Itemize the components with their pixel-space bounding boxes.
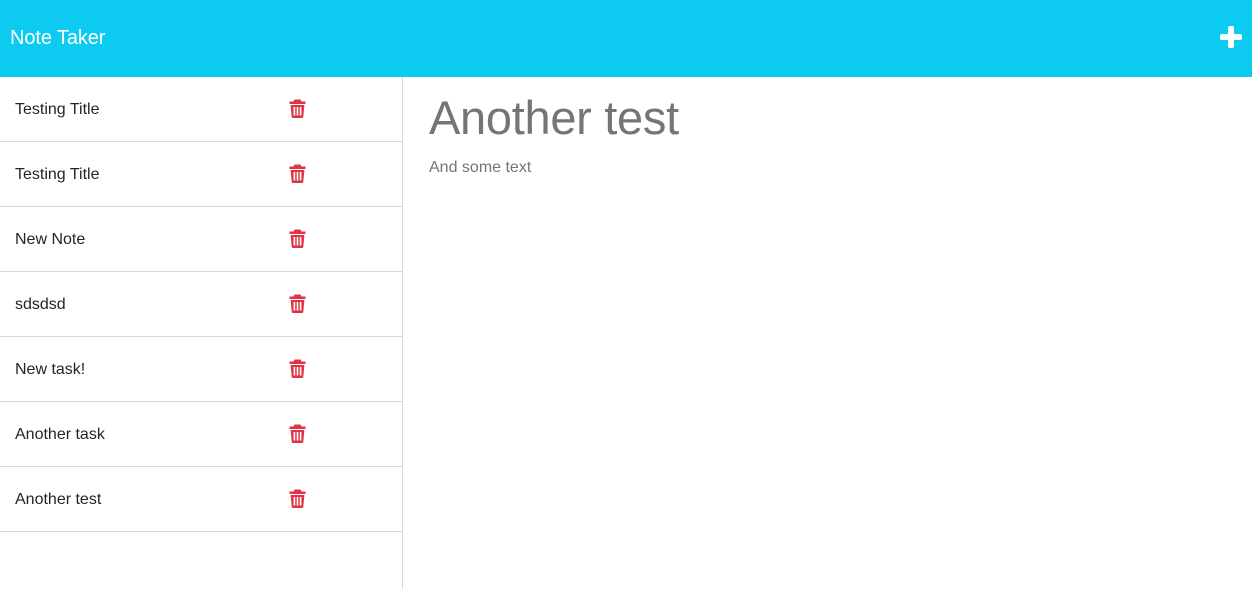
delete-note-button[interactable] xyxy=(289,294,306,313)
note-title-field[interactable]: Another test xyxy=(429,91,679,145)
delete-note-button[interactable] xyxy=(289,229,306,248)
notes-sidebar: Testing Title Testing Title New Note sds… xyxy=(0,77,403,589)
note-text-field[interactable]: And some text xyxy=(429,158,531,177)
note-list-item[interactable]: Another task xyxy=(0,402,402,467)
delete-note-button[interactable] xyxy=(289,359,306,378)
trash-icon xyxy=(289,229,306,248)
note-list-item[interactable]: Another test xyxy=(0,467,402,532)
note-editor: Another test And some text xyxy=(403,77,1252,589)
note-list-item-title[interactable]: New Note xyxy=(15,230,85,249)
note-list-item-title[interactable]: Another task xyxy=(15,425,105,444)
navbar: Note Taker xyxy=(0,0,1252,77)
new-note-button[interactable] xyxy=(1219,25,1243,49)
note-list-item[interactable]: sdsdsd xyxy=(0,272,402,337)
note-list-item-title[interactable]: New task! xyxy=(15,360,85,379)
trash-icon xyxy=(289,424,306,443)
trash-icon xyxy=(289,359,306,378)
note-list-item-title[interactable]: Another test xyxy=(15,490,101,509)
trash-icon xyxy=(289,99,306,118)
note-list-item-title[interactable]: sdsdsd xyxy=(15,295,66,314)
app-title[interactable]: Note Taker xyxy=(10,26,105,50)
note-list-item[interactable]: Testing Title xyxy=(0,142,402,207)
delete-note-button[interactable] xyxy=(289,99,306,118)
note-list-item[interactable]: New task! xyxy=(0,337,402,402)
delete-note-button[interactable] xyxy=(289,164,306,183)
trash-icon xyxy=(289,294,306,313)
note-list-item-title[interactable]: Testing Title xyxy=(15,165,99,184)
delete-note-button[interactable] xyxy=(289,424,306,443)
delete-note-button[interactable] xyxy=(289,489,306,508)
note-list-item[interactable]: Testing Title xyxy=(0,77,402,142)
note-list-item[interactable]: New Note xyxy=(0,207,402,272)
plus-icon xyxy=(1220,26,1242,48)
trash-icon xyxy=(289,489,306,508)
trash-icon xyxy=(289,164,306,183)
note-list: Testing Title Testing Title New Note sds… xyxy=(0,77,402,532)
note-list-item-title[interactable]: Testing Title xyxy=(15,100,99,119)
